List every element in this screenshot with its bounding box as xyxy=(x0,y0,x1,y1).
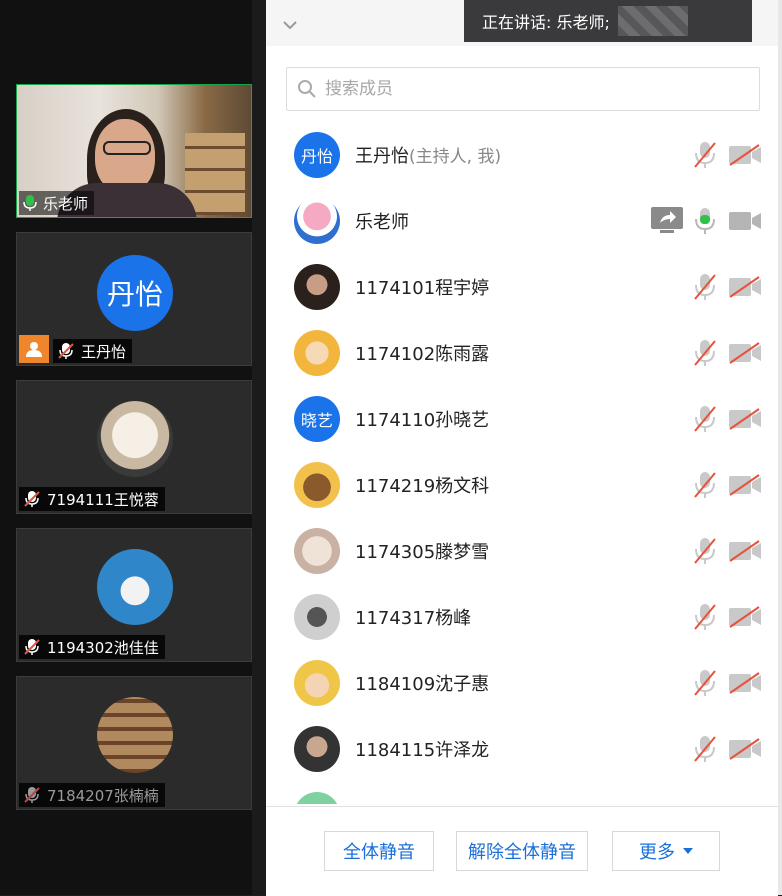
video-name-tag: 1194302池佳佳 xyxy=(19,635,165,659)
avatar xyxy=(97,401,173,477)
avatar xyxy=(294,792,340,804)
blurred-name xyxy=(617,6,688,36)
mic-on-icon[interactable] xyxy=(692,206,718,236)
video-tile[interactable]: 7184207张楠楠 xyxy=(16,676,252,810)
video-strip: 乐老师 丹怡 王丹怡 7194111王悦蓉 1194302池佳佳 7184207… xyxy=(0,0,266,895)
member-name: 1174110孙晓艺 xyxy=(355,410,490,431)
member-row-partial[interactable] xyxy=(266,782,778,804)
camera-on-icon[interactable] xyxy=(728,210,762,232)
member-row[interactable]: 1174317杨峰 xyxy=(266,584,778,650)
screen-share-icon[interactable] xyxy=(650,206,684,236)
mic-muted-icon xyxy=(24,787,40,803)
mic-muted-icon[interactable] xyxy=(692,404,718,434)
avatar xyxy=(294,726,340,772)
video-tile[interactable]: 1194302池佳佳 xyxy=(16,528,252,662)
camera-off-icon[interactable] xyxy=(728,540,762,562)
avatar xyxy=(294,528,340,574)
host-badge-icon xyxy=(19,335,49,363)
avatar xyxy=(294,594,340,640)
member-row[interactable]: 1174219杨文科 xyxy=(266,452,778,518)
camera-off-icon[interactable] xyxy=(728,342,762,364)
member-row[interactable]: 丹怡 王丹怡(主持人, 我) xyxy=(266,122,778,188)
mic-muted-icon[interactable] xyxy=(692,470,718,500)
caret-down-icon xyxy=(683,848,693,854)
video-name-tag: 7194111王悦蓉 xyxy=(19,487,165,511)
more-button[interactable]: 更多 xyxy=(612,831,720,871)
member-name: 1174317杨峰 xyxy=(355,608,472,629)
camera-off-icon[interactable] xyxy=(728,144,762,166)
mic-muted-icon[interactable] xyxy=(692,140,718,170)
member-name: 1174101程宇婷 xyxy=(355,278,490,299)
footer-toolbar: 全体静音 解除全体静音 更多 xyxy=(266,806,778,896)
chevron-down-icon[interactable] xyxy=(280,14,300,34)
video-tile-name: 王丹怡 xyxy=(81,342,127,361)
avatar xyxy=(294,264,340,310)
mic-muted-icon[interactable] xyxy=(692,602,718,632)
search-box[interactable] xyxy=(286,67,760,111)
member-name: 王丹怡(主持人, 我) xyxy=(355,146,502,167)
mic-muted-icon xyxy=(24,491,40,507)
member-row[interactable]: 1174101程宇婷 xyxy=(266,254,778,320)
more-label: 更多 xyxy=(639,842,675,863)
member-name: 1174219杨文科 xyxy=(355,476,490,497)
mic-muted-icon[interactable] xyxy=(692,338,718,368)
camera-off-icon[interactable] xyxy=(728,276,762,298)
member-panel: 正在讲话: 乐老师; 丹怡王丹怡(主持人, 我) 乐老师 1174101程宇婷 117… xyxy=(266,0,778,896)
avatar xyxy=(97,697,173,773)
video-name-tag: 王丹怡 xyxy=(53,339,133,363)
avatar xyxy=(294,330,340,376)
panel-header: 正在讲话: 乐老师; xyxy=(266,0,778,46)
mic-muted-icon[interactable] xyxy=(692,734,718,764)
member-name: 1184115许泽龙 xyxy=(355,740,490,761)
panel-edge xyxy=(778,0,782,895)
avatar: 丹怡 xyxy=(294,132,340,178)
mic-muted-icon[interactable] xyxy=(692,668,718,698)
member-row[interactable]: 1174102陈雨露 xyxy=(266,320,778,386)
mic-muted-icon xyxy=(58,343,74,359)
avatar xyxy=(97,549,173,625)
video-tile-name: 7184207张楠楠 xyxy=(47,786,159,805)
mic-muted-icon[interactable] xyxy=(692,272,718,302)
mute-all-button[interactable]: 全体静音 xyxy=(324,831,434,871)
camera-off-icon[interactable] xyxy=(728,672,762,694)
speaker-banner-text: 正在讲话: 乐老师; xyxy=(482,13,610,32)
video-tile-teacher[interactable]: 乐老师 xyxy=(16,84,252,218)
avatar xyxy=(294,198,340,244)
mic-muted-icon xyxy=(24,639,40,655)
avatar xyxy=(294,462,340,508)
member-name: 1184109沈子惠 xyxy=(355,674,490,695)
member-list: 丹怡 王丹怡(主持人, 我) 乐老师 1174101程宇婷 1174102陈雨露晓艺 11… xyxy=(266,122,778,804)
video-name-tag: 7184207张楠楠 xyxy=(19,783,165,807)
video-tile[interactable]: 7194111王悦蓉 xyxy=(16,380,252,514)
member-row[interactable]: 1184109沈子惠 xyxy=(266,650,778,716)
avatar: 丹怡 xyxy=(97,255,173,331)
member-role: (主持人, 我) xyxy=(409,147,502,167)
search-icon xyxy=(298,80,316,98)
member-name: 乐老师 xyxy=(355,212,409,233)
avatar: 晓艺 xyxy=(294,396,340,442)
member-row[interactable]: 晓艺 1174110孙晓艺 xyxy=(266,386,778,452)
speaker-banner: 正在讲话: 乐老师; xyxy=(464,0,752,42)
search-input[interactable] xyxy=(323,78,747,100)
mic-on-icon xyxy=(23,195,37,211)
member-row[interactable]: 1174305滕梦雪 xyxy=(266,518,778,584)
member-name: 1174305滕梦雪 xyxy=(355,542,490,563)
video-tile-name: 7194111王悦蓉 xyxy=(47,490,159,509)
camera-off-icon[interactable] xyxy=(728,606,762,628)
member-row[interactable]: 1184115许泽龙 xyxy=(266,716,778,782)
member-row[interactable]: 乐老师 xyxy=(266,188,778,254)
camera-off-icon[interactable] xyxy=(728,408,762,430)
avatar xyxy=(294,660,340,706)
video-tile-host[interactable]: 丹怡 王丹怡 xyxy=(16,232,252,366)
camera-off-icon[interactable] xyxy=(728,474,762,496)
mic-muted-icon[interactable] xyxy=(692,536,718,566)
video-tile-name: 1194302池佳佳 xyxy=(47,638,159,657)
video-name-tag: 乐老师 xyxy=(19,191,95,215)
unmute-all-button[interactable]: 解除全体静音 xyxy=(456,831,588,871)
camera-off-icon[interactable] xyxy=(728,738,762,760)
video-tile-name: 乐老师 xyxy=(43,194,89,213)
member-name: 1174102陈雨露 xyxy=(355,344,490,365)
